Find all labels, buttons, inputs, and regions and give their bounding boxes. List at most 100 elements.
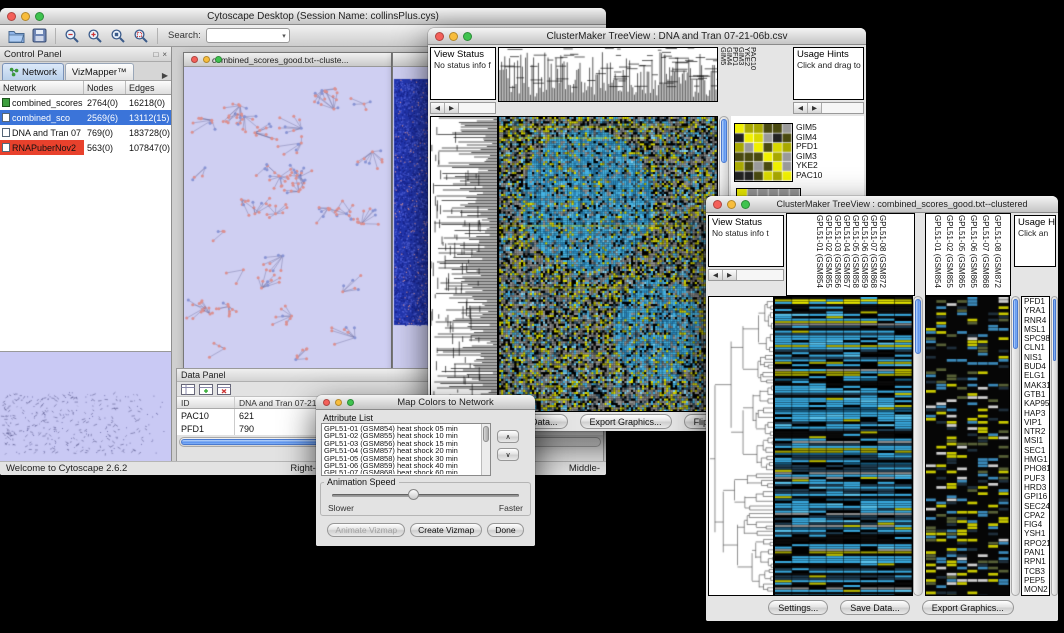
scroll-left-button[interactable]: ◀ [431, 103, 445, 113]
gene-label[interactable]: SEC24 [1024, 502, 1049, 511]
treeview-button[interactable]: Export Graphics... [580, 414, 672, 429]
column-header[interactable]: Nodes [84, 81, 126, 94]
minimize-window-button[interactable] [21, 12, 30, 21]
gene-label[interactable]: VIP1 [1024, 418, 1049, 427]
gene-label[interactable]: PFD1 [1024, 297, 1049, 306]
attribute-item[interactable]: GPL51-02 (GSM855) heat shock 10 min [324, 432, 480, 439]
scroll-right-button[interactable]: ▶ [445, 103, 459, 113]
network-view-titlebar[interactable] [393, 53, 432, 67]
close-window-button[interactable] [323, 399, 330, 406]
float-panel-icon[interactable]: □ [153, 50, 158, 59]
gene-label[interactable]: GPI16 [1024, 492, 1049, 501]
gene-label[interactable]: RPO21 [1024, 539, 1049, 548]
zoom-window-button[interactable] [347, 399, 354, 406]
create-attribute-icon[interactable] [199, 384, 213, 395]
delete-attribute-icon[interactable] [217, 384, 231, 395]
zoom-window-button[interactable] [35, 12, 44, 21]
animation-speed-slider[interactable] [332, 494, 519, 497]
gene-label[interactable]: NIS1 [1024, 353, 1049, 362]
dense-network-canvas[interactable] [393, 67, 432, 369]
tab-overflow-arrow[interactable]: ▶ [162, 71, 168, 80]
gene-label[interactable]: TCB3 [1024, 567, 1049, 576]
zoom-in-button[interactable] [85, 27, 105, 45]
attribute-list[interactable]: GPL51-01 (GSM854) heat shock 05 minGPL51… [321, 423, 491, 476]
gene-label[interactable]: CPA2 [1024, 511, 1049, 520]
select-attributes-icon[interactable] [181, 384, 195, 395]
attribute-item[interactable]: GPL51-01 (GSM854) heat shock 05 min [324, 425, 480, 432]
gene-label[interactable]: ELG1 [1024, 371, 1049, 380]
network-row[interactable]: combined_sco 2569(6) 13112(15) [0, 110, 171, 125]
attribute-item[interactable]: GPL51-03 (GSM856) heat shock 15 min [324, 440, 480, 447]
main-titlebar[interactable]: Cytoscape Desktop (Session Name: collins… [0, 8, 606, 25]
scrollbar-thumb[interactable] [483, 426, 489, 442]
attribute-item[interactable]: GPL51-07 (GSM868) heat shock 60 min [324, 469, 480, 474]
scrollbar-thumb[interactable] [915, 299, 921, 354]
move-down-button[interactable]: ∨ [497, 448, 519, 461]
gene-label[interactable]: PAN1 [1024, 548, 1049, 557]
dialog-button[interactable]: Create Vizmap [410, 523, 482, 537]
dialog-button[interactable]: Animate Vizmap [327, 523, 405, 537]
minimize-window-button[interactable] [727, 200, 736, 209]
secondary-heatmap-canvas[interactable] [926, 297, 1009, 595]
scrollbar-thumb[interactable] [1053, 299, 1056, 361]
search-input[interactable]: ▾ [206, 28, 290, 43]
minimize-window-button[interactable] [449, 32, 458, 41]
column-header[interactable]: ID [177, 397, 235, 408]
network-view-canvas[interactable] [184, 67, 391, 369]
network-row[interactable]: RNAPuberNov2 563(0) 107847(0) [0, 140, 171, 155]
treeview-button[interactable]: Save Data... [840, 600, 910, 615]
scroll-right-button[interactable]: ▶ [808, 103, 822, 113]
treeview-combined-titlebar[interactable]: ClusterMaker TreeView : combined_scores_… [706, 196, 1058, 213]
move-up-button[interactable]: ∧ [497, 430, 519, 443]
scroll-track[interactable] [822, 103, 863, 113]
column-header[interactable]: Edges [126, 81, 170, 94]
scrollbar-thumb[interactable] [721, 119, 727, 163]
close-window-button[interactable] [191, 56, 198, 63]
list-scrollbar[interactable] [481, 424, 490, 475]
network-view-titlebar[interactable]: combined_scores_good.txt--cluste... [184, 53, 391, 67]
gene-label[interactable]: RPN1 [1024, 557, 1049, 566]
scroll-right-button[interactable]: ▶ [723, 270, 737, 280]
zoom-window-button[interactable] [463, 32, 472, 41]
dialog-titlebar[interactable]: Map Colors to Network [316, 395, 535, 410]
zoom-out-button[interactable] [62, 27, 82, 45]
gene-label[interactable]: NTR2 [1024, 427, 1049, 436]
attribute-item[interactable]: GPL51-06 (GSM859) heat shock 40 min [324, 462, 480, 469]
treeview-button[interactable]: Settings... [768, 600, 828, 615]
vertical-scrollbar[interactable] [1011, 296, 1020, 596]
scroll-track[interactable] [459, 103, 495, 113]
correlation-matrix-canvas[interactable] [735, 124, 792, 181]
vertical-scrollbar[interactable] [1051, 296, 1058, 596]
network-overview-canvas[interactable] [0, 352, 170, 460]
treeview-dna-titlebar[interactable]: ClusterMaker TreeView : DNA and Tran 07-… [428, 28, 866, 45]
close-window-button[interactable] [713, 200, 722, 209]
gene-label[interactable]: SEC1 [1024, 446, 1049, 455]
gene-label[interactable]: HMG1 [1024, 455, 1049, 464]
gene-label[interactable]: PUF3 [1024, 474, 1049, 483]
gene-label[interactable]: PHO81 [1024, 464, 1049, 473]
minimize-window-button[interactable] [203, 56, 210, 63]
gene-label[interactable]: MAK31 [1024, 381, 1049, 390]
tab-network[interactable]: Network [2, 63, 64, 80]
dialog-button[interactable]: Done [487, 523, 523, 537]
scroll-track[interactable] [737, 270, 783, 280]
zoom-fit-button[interactable] [108, 27, 128, 45]
scrollbar-thumb[interactable] [1013, 299, 1018, 349]
gene-label[interactable]: SPC98 [1024, 334, 1049, 343]
gene-label[interactable]: YRA1 [1024, 306, 1049, 315]
slider-thumb[interactable] [408, 489, 419, 500]
close-window-button[interactable] [435, 32, 444, 41]
gene-label[interactable]: HRD3 [1024, 483, 1049, 492]
open-session-button[interactable] [6, 27, 26, 45]
row-dendrogram-canvas[interactable] [431, 117, 497, 411]
zoom-window-button[interactable] [215, 56, 222, 63]
gene-label[interactable]: GTB1 [1024, 390, 1049, 399]
gene-label[interactable]: CLN1 [1024, 343, 1049, 352]
gene-label[interactable]: KAP95 [1024, 399, 1049, 408]
heatmap-canvas[interactable] [775, 297, 912, 595]
heatmap-canvas[interactable] [499, 117, 717, 411]
gene-label[interactable]: MSL1 [1024, 325, 1049, 334]
network-overview-panel[interactable] [0, 351, 171, 461]
gene-label[interactable]: MON2 [1024, 585, 1049, 594]
column-dendrogram-canvas[interactable] [499, 48, 717, 101]
